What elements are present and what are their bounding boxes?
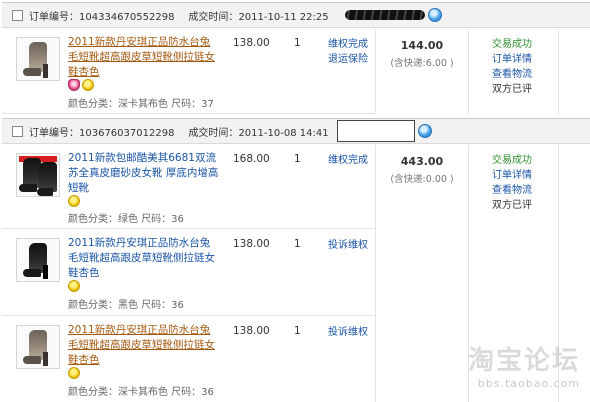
order-number: 订单编号：103676037012298 <box>29 127 175 139</box>
deal-time: 成交时间：2011-10-08 14:41 <box>188 127 329 139</box>
unit-price: 138.00 <box>233 37 270 49</box>
product-title-link[interactable]: 2011新款包邮酷美其6681双流苏全真皮磨砂皮女靴 厚底内增高短靴 <box>68 151 220 196</box>
redacted-seller-name <box>336 120 415 142</box>
unit-price: 138.00 <box>233 325 270 337</box>
both-rated-label: 双方已评 <box>492 200 532 211</box>
product-title-link[interactable]: 2011新款丹安琪正品防水台兔毛短靴超高跟皮草短靴侧拉链女鞋杏色 <box>68 323 220 368</box>
product-attributes: 颜色分类：深卡其布色 尺码：37 <box>68 99 214 110</box>
both-rated-label: 双方已评 <box>492 84 532 95</box>
deal-time: 成交时间：2011-10-11 22:25 <box>188 11 329 23</box>
view-logistics-link[interactable]: 查看物流 <box>492 67 532 82</box>
quantity: 1 <box>294 153 301 165</box>
coin-tag-icon <box>68 195 80 207</box>
order-header: 订单编号：103676037012298 成交时间：2011-10-08 14:… <box>2 118 590 144</box>
order-checkbox[interactable] <box>12 9 23 21</box>
quantity: 1 <box>294 325 301 337</box>
order-body: 2011新款丹安琪正品防水台兔毛短靴超高跟皮草短靴侧拉链女鞋杏色 颜色分类：深卡… <box>2 29 590 114</box>
return-insurance-link[interactable]: 退运保险 <box>328 52 368 67</box>
product-attributes: 颜色分类：深卡其布色 尺码：36 <box>68 387 214 398</box>
service-tags <box>68 195 80 209</box>
rights-complete-link[interactable]: 维权完成 <box>328 37 368 52</box>
unit-price: 168.00 <box>233 153 270 165</box>
unit-price: 138.00 <box>233 238 270 250</box>
product-attributes: 颜色分类：绿色 尺码：36 <box>68 214 184 225</box>
product-thumbnail[interactable] <box>16 238 60 282</box>
complaint-link[interactable]: 投诉维权 <box>328 325 368 340</box>
column-divider <box>558 29 559 114</box>
wangwang-icon[interactable] <box>427 8 442 22</box>
after-sale-links: 投诉维权 <box>328 325 368 340</box>
order-number: 订单编号：104334670552298 <box>29 11 175 23</box>
trade-success-label: 交易成功 <box>492 155 532 166</box>
complaint-link[interactable]: 投诉维权 <box>328 238 368 253</box>
order-status: 交易成功 订单详情 查看物流 双方已评 <box>492 37 532 97</box>
plant-tag-icon <box>68 79 80 91</box>
shipping-fee: (含快递:6.00 ) <box>390 58 454 69</box>
order-checkbox[interactable] <box>12 125 23 137</box>
forum-watermark: 淘宝论坛 bbs.taobao.com <box>430 340 580 400</box>
total-amount: 443.00 <box>400 155 444 168</box>
service-tags <box>68 367 80 381</box>
coin-tag-icon <box>68 367 80 379</box>
coin-tag-icon <box>68 280 80 292</box>
redacted-seller-name <box>344 10 425 20</box>
order-total: 443.00 (含快递:0.00 ) <box>376 145 468 185</box>
order-total: 144.00 (含快递:6.00 ) <box>376 29 468 69</box>
order-status: 交易成功 订单详情 查看物流 双方已评 <box>492 153 532 213</box>
view-logistics-link[interactable]: 查看物流 <box>492 183 532 198</box>
order-item: 2011新款丹安琪正品防水台兔毛短靴超高跟皮草短靴侧拉链女鞋杏色 颜色分类：深卡… <box>2 29 375 114</box>
wangwang-icon[interactable] <box>417 124 432 138</box>
service-tags <box>68 79 94 93</box>
order-detail-link[interactable]: 订单详情 <box>492 168 532 183</box>
trade-success-label: 交易成功 <box>492 39 532 50</box>
service-tags <box>68 280 80 294</box>
after-sale-links: 维权完成 退运保险 <box>328 37 368 67</box>
order-header: 订单编号：104334670552298 成交时间：2011-10-11 22:… <box>2 2 590 28</box>
quantity: 1 <box>294 238 301 250</box>
coin-tag-icon <box>82 79 94 91</box>
order-detail-link[interactable]: 订单详情 <box>492 52 532 67</box>
shipping-fee: (含快递:0.00 ) <box>390 174 454 185</box>
product-attributes: 颜色分类：黑色 尺码：36 <box>68 300 184 311</box>
rights-complete-link[interactable]: 维权完成 <box>328 153 368 168</box>
watermark-logo-text: 淘宝论坛 <box>467 346 580 376</box>
watermark-url: bbs.taobao.com <box>477 377 580 390</box>
after-sale-links: 投诉维权 <box>328 238 368 253</box>
product-thumbnail[interactable] <box>16 153 60 197</box>
product-thumbnail[interactable] <box>16 325 60 369</box>
product-title-link[interactable]: 2011新款丹安琪正品防水台兔毛短靴超高跟皮草短靴侧拉链女鞋杏色 <box>68 35 220 80</box>
order-item: 2011新款丹安琪正品防水台兔毛短靴超高跟皮草短靴侧拉链女鞋杏色 颜色分类：黑色… <box>2 230 375 316</box>
order-item: 2011新款丹安琪正品防水台兔毛短靴超高跟皮草短靴侧拉链女鞋杏色 颜色分类：深卡… <box>2 317 375 402</box>
order-item: 2011新款包邮酷美其6681双流苏全真皮磨砂皮女靴 厚底内增高短靴 颜色分类：… <box>2 145 375 229</box>
total-amount: 144.00 <box>400 39 444 52</box>
quantity: 1 <box>294 37 301 49</box>
product-thumbnail[interactable] <box>16 37 60 81</box>
after-sale-links: 维权完成 <box>328 153 368 168</box>
product-title-link[interactable]: 2011新款丹安琪正品防水台兔毛短靴超高跟皮草短靴侧拉链女鞋杏色 <box>68 236 220 281</box>
column-divider <box>468 29 469 114</box>
